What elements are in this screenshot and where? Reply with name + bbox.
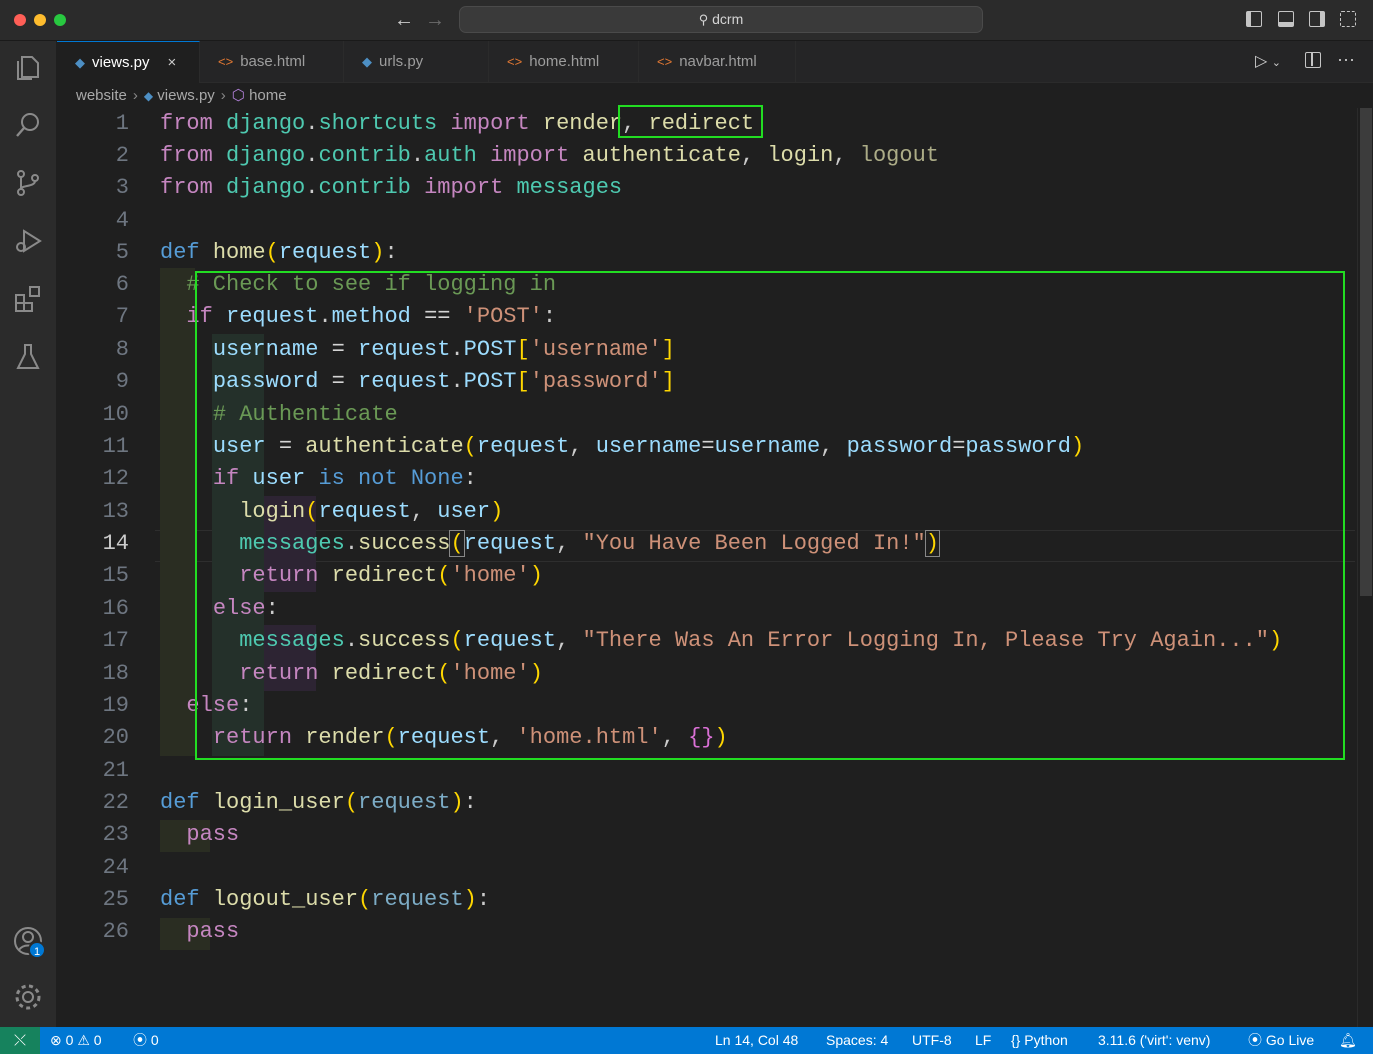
source-control-icon[interactable]	[12, 167, 44, 199]
code-line: 26 pass	[102, 919, 240, 944]
python-file-icon: ◆	[75, 55, 85, 70]
split-editor-icon[interactable]	[1305, 52, 1321, 68]
notifications-bell-icon[interactable]: 🔔︎	[1339, 1027, 1357, 1054]
code-line: 5 def home(request):	[115, 240, 398, 265]
toggle-panel-icon[interactable]	[1278, 11, 1294, 27]
html-file-icon: <>	[657, 54, 673, 69]
code-line: 23 pass	[102, 822, 240, 847]
toggle-primary-sidebar-icon[interactable]	[1246, 11, 1262, 27]
explorer-icon[interactable]	[12, 51, 44, 83]
scrollbar-thumb[interactable]	[1360, 108, 1372, 596]
testing-icon[interactable]	[12, 341, 44, 373]
breadcrumb: website › ◆ views.py › ⬡ home	[76, 87, 287, 104]
activity-bar	[0, 41, 57, 1027]
editor-scrollbar[interactable]	[1357, 108, 1373, 1027]
braces-icon: {}	[1011, 1032, 1021, 1048]
code-editor[interactable]: 1 from django.shortcuts import render, re…	[57, 105, 1357, 1027]
code-line: 25 def logout_user(request):	[102, 887, 491, 912]
problems-status[interactable]: ⊗ 0 ⚠ 0	[50, 1027, 102, 1054]
python-file-icon: ◆	[362, 54, 372, 69]
status-bar: ⤬ ⊗ 0 ⚠ 0 ⦿ 0 Ln 14, Col 48 Spaces: 4 UT…	[0, 1027, 1373, 1054]
code-line: 2 from django.contrib.auth import authent…	[115, 143, 939, 168]
method-symbol-icon: ⬡	[231, 87, 245, 104]
tab-home-html[interactable]: <> home.html	[489, 41, 639, 83]
encoding-status[interactable]: UTF-8	[912, 1027, 952, 1054]
close-tab-icon[interactable]: ×	[168, 54, 177, 71]
extensions-icon[interactable]	[12, 283, 44, 315]
minimize-window-button[interactable]	[34, 14, 46, 26]
breadcrumb-symbol[interactable]: home	[249, 87, 287, 104]
command-center-search[interactable]: ⚲ dcrm	[459, 6, 983, 33]
run-debug-icon[interactable]	[12, 225, 44, 257]
python-interpreter[interactable]: 3.11.6 ('virt': venv)	[1098, 1027, 1210, 1054]
highlight-box-redirect	[618, 105, 763, 138]
code-line: 22 def login_user(request):	[102, 790, 477, 815]
command-center-label: dcrm	[712, 11, 744, 27]
broadcast-icon: ⦿	[133, 1032, 147, 1048]
remote-indicator-icon[interactable]: ⤬	[0, 1027, 40, 1054]
tab-base-html[interactable]: <> base.html	[200, 41, 344, 83]
tab-navbar-html[interactable]: <> navbar.html	[639, 41, 796, 83]
highlight-box-home-body	[195, 271, 1345, 760]
indentation-status[interactable]: Spaces: 4	[826, 1027, 888, 1054]
close-window-button[interactable]	[14, 14, 26, 26]
error-icon: ⊗	[50, 1032, 62, 1048]
toggle-secondary-sidebar-icon[interactable]	[1309, 11, 1325, 27]
code-line: 4	[115, 208, 129, 233]
accounts-badge: 1	[28, 941, 46, 959]
zoom-window-button[interactable]	[54, 14, 66, 26]
search-icon: ⚲	[698, 12, 709, 27]
back-arrow-icon[interactable]: ←	[394, 8, 414, 32]
warning-icon: ⚠	[77, 1032, 90, 1048]
html-file-icon: <>	[507, 54, 523, 69]
broadcast-icon: ⦿	[1248, 1032, 1262, 1048]
run-python-file-icon[interactable]: ▷ ⌄	[1255, 51, 1281, 71]
cursor-position[interactable]: Ln 14, Col 48	[715, 1027, 798, 1054]
customize-layout-icon[interactable]	[1340, 11, 1356, 27]
settings-icon[interactable]	[12, 981, 44, 1013]
breadcrumb-folder[interactable]: website	[76, 87, 127, 104]
python-file-icon: ◆	[143, 89, 154, 103]
search-icon[interactable]	[12, 109, 44, 141]
html-file-icon: <>	[218, 54, 234, 69]
code-line: 24	[102, 855, 129, 880]
editor-tabs: ◆ views.py × <> base.html ◆ urls.py <> home.h…	[57, 41, 1373, 83]
forward-arrow-icon[interactable]: →	[425, 8, 445, 32]
breadcrumb-file[interactable]: views.py	[157, 87, 215, 104]
ports-status[interactable]: ⦿ 0	[133, 1027, 159, 1054]
tab-views-py[interactable]: ◆ views.py ×	[57, 41, 200, 83]
tab-urls-py[interactable]: ◆ urls.py	[344, 41, 489, 83]
language-mode[interactable]: {} Python	[1011, 1027, 1068, 1054]
more-actions-icon[interactable]: ···	[1337, 49, 1355, 70]
go-live-button[interactable]: ⦿ Go Live	[1248, 1027, 1314, 1054]
code-line: 3 from django.contrib import messages	[115, 175, 623, 200]
title-bar: ← → ⚲ dcrm	[0, 0, 1373, 41]
eol-status[interactable]: LF	[975, 1027, 991, 1054]
